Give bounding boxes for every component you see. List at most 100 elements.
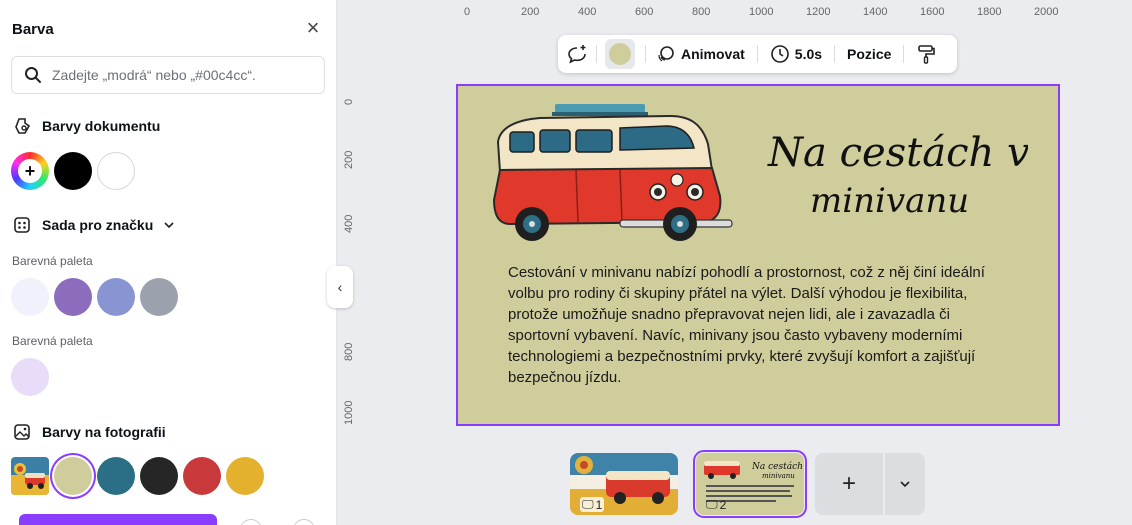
photo-colors-title: Barvy na fotografii <box>42 424 166 440</box>
photo-colors-row <box>11 457 264 495</box>
ruler-top: 0 200 400 600 800 1000 1200 1400 1600 1800 2000 <box>338 0 1132 25</box>
brand-color-swatch[interactable] <box>11 358 49 396</box>
clock-icon <box>770 45 789 63</box>
svg-text:Na cestách v: Na cestách v <box>751 461 804 472</box>
brand-kit-heading[interactable]: Sada pro značku <box>12 215 175 235</box>
ruler-tick-label: 2000 <box>1034 6 1059 18</box>
ruler-tick-label: 0 <box>343 98 355 105</box>
document-color-swatch[interactable] <box>54 152 92 190</box>
palette-doc-icon <box>12 116 32 136</box>
ai-edit-button[interactable] <box>566 43 588 65</box>
page-number: 2 <box>719 497 727 512</box>
ruler-tick-label: 600 <box>635 6 654 18</box>
element-toolbar: Animovat 5.0s Pozice <box>558 35 957 73</box>
ruler-tick-label: 1600 <box>920 6 945 18</box>
presentation-icon: 🖵 <box>706 497 718 511</box>
animate-button[interactable]: Animovat <box>656 44 745 64</box>
chevron-down-icon <box>900 481 910 488</box>
title-line-1: Na cestách v <box>767 130 1028 176</box>
minivan-illustration[interactable] <box>480 100 742 250</box>
animate-label: Animovat <box>681 46 745 62</box>
ruler-tick-label: 400 <box>343 214 355 233</box>
ruler-tick-label: 200 <box>343 150 355 169</box>
brand-color-swatch[interactable] <box>54 278 92 316</box>
document-colors-title: Barvy dokumentu <box>42 118 161 134</box>
duration-label: 5.0s <box>794 46 823 62</box>
panel-title: Barva <box>12 21 54 38</box>
close-panel-button[interactable]: × <box>302 15 324 40</box>
position-button[interactable]: Pozice <box>847 46 891 62</box>
current-color-swatch <box>609 43 631 65</box>
chevron-down-icon <box>163 219 175 231</box>
brand-palette-row <box>11 278 178 316</box>
add-color-button[interactable]: + <box>11 152 49 190</box>
brand-kit-icon <box>12 215 32 235</box>
ruler-tick-label: 1000 <box>343 400 355 425</box>
document-color-swatch[interactable] <box>97 152 135 190</box>
page-body-text[interactable]: Cestování v minivanu nabízí pohodlí a pr… <box>508 262 1013 388</box>
paint-roller-icon <box>918 45 936 64</box>
toolbar-separator <box>596 45 597 63</box>
color-panel: Barva × Barvy dokumentu + Sada pro značk… <box>0 0 337 525</box>
animate-icon <box>658 46 674 62</box>
add-page-options-button[interactable] <box>885 453 925 515</box>
option-circle[interactable] <box>293 519 315 525</box>
photo-color-swatch[interactable] <box>54 457 92 495</box>
ruler-left: 02004006008001000 <box>338 25 363 445</box>
option-circle[interactable] <box>240 519 262 525</box>
photo-color-swatch[interactable] <box>97 457 135 495</box>
duration-button[interactable]: 5.0s <box>770 44 822 64</box>
ruler-tick-label: 1400 <box>863 6 888 18</box>
brand-palette-row-2 <box>11 358 49 396</box>
search-icon <box>25 67 41 83</box>
title-line-2: minivanu <box>810 181 969 221</box>
page-title[interactable]: Na cestách v minivanu <box>758 108 1028 228</box>
page-number-badge: 🖵 1 <box>580 497 605 512</box>
page-thumbnail-1[interactable]: 🖵 1 <box>570 453 678 515</box>
toolbar-separator <box>903 45 905 63</box>
color-search-input[interactable] <box>52 67 312 83</box>
ruler-tick-label: 400 <box>578 6 597 18</box>
ruler-tick-label: 0 <box>464 6 471 18</box>
close-icon: × <box>306 15 320 40</box>
page-number-badge: 🖵 2 <box>706 497 726 512</box>
primary-action-button[interactable] <box>19 514 217 525</box>
document-colors-row: + <box>11 152 135 190</box>
page-number: 1 <box>595 497 603 512</box>
plus-icon: + <box>18 159 42 183</box>
brand-color-swatch[interactable] <box>140 278 178 316</box>
toolbar-separator <box>834 45 836 63</box>
photo-thumbnail[interactable] <box>11 457 49 495</box>
presentation-icon: 🖵 <box>582 497 594 511</box>
brand-color-swatch[interactable] <box>97 278 135 316</box>
ruler-tick-label: 200 <box>521 6 540 18</box>
color-picker-button[interactable] <box>605 39 635 69</box>
ruler-tick-label: 1800 <box>977 6 1002 18</box>
photo-color-swatch[interactable] <box>140 457 178 495</box>
brand-palette-label-2: Barevná paleta <box>12 334 93 348</box>
document-colors-heading: Barvy dokumentu <box>12 116 160 136</box>
add-page-button[interactable]: + <box>815 453 883 515</box>
ruler-tick-label: 800 <box>692 6 711 18</box>
photo-colors-heading: Barvy na fotografii <box>12 422 166 442</box>
toolbar-separator <box>645 45 646 63</box>
paint-format-button[interactable] <box>916 44 936 64</box>
brand-palette-label: Barevná paleta <box>12 254 93 268</box>
svg-text:minivanu: minivanu <box>762 472 795 480</box>
photo-color-swatch[interactable] <box>183 457 221 495</box>
ruler-tick-label: 1000 <box>749 6 774 18</box>
brand-color-swatch[interactable] <box>11 278 49 316</box>
position-label: Pozice <box>847 46 892 62</box>
page-thumbnail-2[interactable]: Na cestách v minivanu 🖵2 <box>693 450 807 518</box>
collapse-panel-button[interactable]: ‹ <box>327 266 353 308</box>
ruler-tick-label: 800 <box>343 342 355 361</box>
brand-kit-title: Sada pro značku <box>42 217 154 233</box>
design-page[interactable]: Na cestách v minivanu Cestování v miniva… <box>456 84 1060 426</box>
image-icon <box>12 422 32 442</box>
magic-chat-icon <box>568 45 586 64</box>
photo-color-swatch[interactable] <box>226 457 264 495</box>
plus-icon: + <box>841 470 856 497</box>
chevron-left-icon: ‹ <box>337 279 343 295</box>
ruler-tick-label: 1200 <box>806 6 831 18</box>
color-search-box[interactable] <box>11 56 325 94</box>
